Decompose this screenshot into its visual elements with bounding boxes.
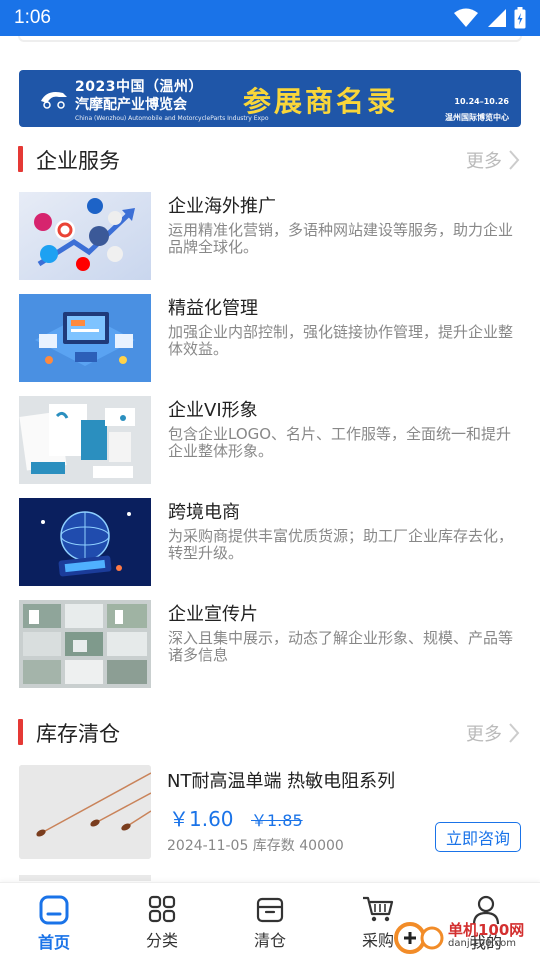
- service-description: 为采购商提供丰富优质货源；助工厂企业库存去化，转型升级。: [168, 527, 514, 562]
- watermark-line2: danji100.com: [448, 938, 516, 949]
- status-bar: 1:06: [0, 0, 540, 36]
- watermark-logo: [394, 922, 444, 954]
- banner-line2: 汽摩配产业博览会: [75, 96, 187, 113]
- service-description: 深入且集中展示，动态了解企业形象、规模、产品等诸多信息: [168, 629, 514, 664]
- banner-line1: 2023中国（温州）: [75, 78, 203, 95]
- section-title: 企业服务: [36, 149, 120, 173]
- section-title: 库存清仓: [36, 722, 120, 746]
- next-item-peek: [19, 875, 151, 881]
- nav-label: 采购: [361, 931, 394, 950]
- banner-title: 参展商名录: [243, 85, 399, 118]
- enterprise-services-header: 企业服务 更多: [0, 143, 540, 175]
- service-vi-identity[interactable]: 企业VI形象 包含企业LOGO、名片、工作服等，全面统一和提升企业整体形象。: [19, 396, 521, 484]
- thermistor-product-image: [19, 765, 151, 859]
- more-label: 更多: [466, 151, 502, 172]
- more-link[interactable]: 更多: [466, 720, 520, 746]
- service-promo-video[interactable]: 企业宣传片 深入且集中展示，动态了解企业形象、规模、产品等诸多信息: [19, 600, 521, 688]
- wifi-icon: [454, 8, 478, 27]
- service-name: 企业VI形象: [168, 400, 258, 421]
- section-accent-bar: [18, 719, 23, 745]
- more-link[interactable]: 更多: [466, 147, 520, 173]
- service-lean-management[interactable]: 精益化管理 加强企业内部控制，强化链接协作管理，提升企业整体效益。: [19, 294, 521, 382]
- overseas-promotion-image: [19, 192, 151, 280]
- product-date-stock: 2024-11-05 库存数 40000: [167, 838, 344, 854]
- inventory-clearance-header: 库存清仓 更多: [0, 716, 540, 748]
- section-accent-bar: [18, 146, 23, 172]
- product-name: NT耐高温单端 热敏电阻系列: [167, 771, 396, 792]
- banner-dates: 10.24–10.26: [454, 97, 509, 106]
- service-description: 加强企业内部控制，强化链接协作管理，提升企业整体效益。: [168, 323, 514, 358]
- service-name: 企业海外推广: [168, 196, 276, 217]
- chevron-right-icon: [509, 723, 520, 743]
- status-icons: [454, 7, 526, 29]
- service-overseas-promotion[interactable]: 企业海外推广 运用精准化营销，多语种网站建设等服务，助力企业品牌全球化。: [19, 192, 521, 280]
- expo-logo-icon: [41, 91, 67, 109]
- watermark-line1: 单机100网: [448, 921, 525, 939]
- chevron-right-icon: [509, 150, 520, 170]
- nav-category[interactable]: 分类: [122, 895, 202, 951]
- exhibitor-directory-banner[interactable]: 2023中国（温州） 汽摩配产业博览会 China (Wenzhou) Auto…: [19, 70, 521, 127]
- promo-video-image: [19, 600, 151, 688]
- service-name: 跨境电商: [168, 502, 240, 523]
- clearance-item[interactable]: NT耐高温单端 热敏电阻系列 ￥1.60 ￥1.85 2024-11-05 库存…: [19, 765, 521, 859]
- box-icon: [256, 897, 284, 923]
- lean-management-image: [19, 294, 151, 382]
- nav-label: 首页: [37, 933, 70, 952]
- service-name: 企业宣传片: [168, 604, 258, 625]
- service-name: 精益化管理: [168, 298, 258, 319]
- nav-home[interactable]: 首页: [14, 895, 94, 953]
- cross-border-ecommerce-image: [19, 498, 151, 586]
- cart-icon: [363, 896, 394, 922]
- expo-logo: [39, 84, 69, 114]
- banner-venue: 温州国际博览中心: [445, 113, 509, 122]
- service-description: 包含企业LOGO、名片、工作服等，全面统一和提升企业整体形象。: [168, 425, 512, 460]
- service-description: 运用精准化营销，多语种网站建设等服务，助力企业品牌全球化。: [168, 221, 514, 256]
- banner-subtitle: China (Wenzhou) Automobile and Motorcycl…: [75, 114, 269, 122]
- nav-label: 分类: [145, 931, 178, 950]
- nav-clearance[interactable]: 清仓: [230, 895, 310, 951]
- status-time: 1:06: [14, 7, 51, 28]
- home-icon: [39, 895, 69, 925]
- vi-identity-image: [19, 396, 151, 484]
- service-cross-border-ecommerce[interactable]: 跨境电商 为采购商提供丰富优质货源；助工厂企业库存去化，转型升级。: [19, 498, 521, 586]
- nav-label: 清仓: [253, 931, 286, 950]
- watermark: 单机100网 danji100.com: [392, 918, 524, 954]
- product-price: ￥1.60: [169, 807, 234, 831]
- signal-icon: [488, 9, 506, 27]
- consult-button[interactable]: 立即咨询: [435, 822, 521, 852]
- banner-expo-name: 2023中国（温州） 汽摩配产业博览会 China (Wenzhou) Auto…: [75, 76, 269, 122]
- more-label: 更多: [466, 724, 502, 745]
- banner-info: 10.24–10.26 温州国际博览中心: [445, 94, 509, 126]
- product-original-price: ￥1.85: [251, 811, 303, 830]
- grid-icon: [148, 895, 176, 923]
- battery-icon: [514, 7, 526, 29]
- top-card-edge: [0, 36, 540, 50]
